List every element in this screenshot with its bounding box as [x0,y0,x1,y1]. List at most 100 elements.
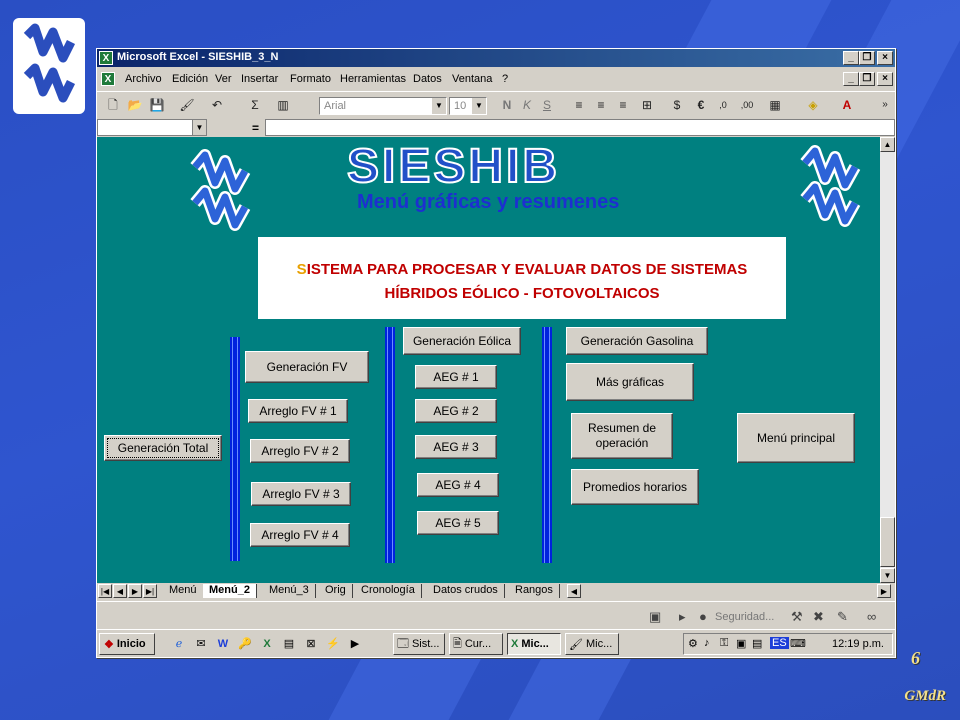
menu-formato[interactable]: Formato [290,73,331,85]
language-indicator[interactable]: ES [770,637,789,649]
fill-color-icon[interactable]: ◈ [803,96,823,114]
aeg3-button[interactable]: AEG # 3 [415,435,497,459]
decrease-decimal-icon[interactable]: ,00 [737,96,757,114]
menu-herramientas[interactable]: Herramientas [340,73,406,85]
resumen-operacion-button[interactable]: Resumen de operación [571,413,673,459]
tray-icon[interactable]: ▤ [752,637,762,650]
borders-icon[interactable]: ▦ [765,96,785,114]
arreglo-fv4-button[interactable]: Arreglo FV # 4 [250,523,350,547]
tray-icon[interactable]: ⚿ [720,637,728,650]
aeg4-button[interactable]: AEG # 4 [417,473,499,497]
format-painter-icon[interactable]: 🖌 [177,96,197,114]
font-color-icon[interactable]: A [837,96,857,114]
wrench-icon[interactable]: ✖ [813,609,824,625]
generacion-eolica-button[interactable]: Generación Eólica [403,327,521,355]
restore-button[interactable]: ❐ [859,51,875,65]
tray-icon[interactable]: ⚙ [688,637,698,650]
arrow-right-icon[interactable]: ▸ [679,609,686,625]
tray-icon[interactable]: ♪ [704,637,710,649]
folder-icon[interactable]: ▣ [649,609,661,625]
task-sist[interactable]: 🗔 Sist... [393,633,445,655]
new-icon[interactable]: 🗋 [103,96,123,114]
dot-icon[interactable]: ● [699,609,707,624]
start-button[interactable]: ❖ Inicio [99,633,155,655]
tab-rangos[interactable]: Rangos [509,584,560,598]
doc-minimize-button[interactable]: _ [843,72,859,86]
prev-sheet-icon[interactable]: ◀ [113,584,127,598]
document-icon[interactable]: X [101,72,115,86]
tray-icon[interactable]: ▣ [736,637,746,650]
tab-menu-3[interactable]: Menú_3 [263,584,316,598]
scroll-down-icon[interactable]: ▼ [880,568,895,583]
minimize-button[interactable]: _ [843,51,859,65]
last-sheet-icon[interactable]: ▶| [143,584,157,598]
aeg5-button[interactable]: AEG # 5 [417,511,499,535]
toolbar-options-icon[interactable]: » [875,96,895,114]
tools-icon[interactable]: ⚒ [791,609,803,625]
undo-icon[interactable]: ↶ [207,96,227,114]
ie-icon[interactable]: ℯ [171,636,187,652]
chart-icon[interactable]: ▥ [273,96,293,114]
font-size-combo[interactable]: 10 ▼ [449,97,487,115]
mas-graficas-button[interactable]: Más gráficas [566,363,694,401]
align-center-icon[interactable]: ≡ [591,96,611,114]
euro-icon[interactable]: € [691,96,711,114]
tab-menu[interactable]: Menú [163,584,204,598]
generacion-fv-button[interactable]: Generación FV [245,351,369,383]
task-cur[interactable]: 🗎 Cur... [449,633,503,655]
first-sheet-icon[interactable]: |◀ [98,584,112,598]
menu-ventana[interactable]: Ventana [452,73,492,85]
doc-restore-button[interactable]: ❐ [859,72,875,86]
powerpoint-icon[interactable]: ▤ [281,636,297,652]
menu-ver[interactable]: Ver [215,73,232,85]
keyboard-icon[interactable]: ⌨ [790,637,806,650]
arreglo-fv2-button[interactable]: Arreglo FV # 2 [250,439,350,463]
underline-icon[interactable]: S [537,96,557,114]
align-left-icon[interactable]: ≡ [569,96,589,114]
access-icon[interactable]: 🔑 [237,636,253,652]
doc-close-button[interactable]: × [877,72,893,86]
task-mic[interactable]: 🖌 Mic... [565,633,619,655]
outlook-icon[interactable]: ✉ [193,636,209,652]
scrollbar-thumb[interactable] [880,517,895,567]
excel-quick-icon[interactable]: X [259,636,275,652]
word-icon[interactable]: W [215,636,231,652]
open-icon[interactable]: 📂 [125,96,145,114]
menu-datos[interactable]: Datos [413,73,442,85]
promedios-horarios-button[interactable]: Promedios horarios [571,469,699,505]
scroll-left-icon[interactable]: ◀ [567,584,581,598]
aeg2-button[interactable]: AEG # 2 [415,399,497,423]
scroll-right-icon[interactable]: ▶ [877,584,891,598]
next-sheet-icon[interactable]: ▶ [128,584,142,598]
task-excel[interactable]: X Mic... [507,633,561,655]
increase-decimal-icon[interactable]: ,0 [713,96,733,114]
italic-icon[interactable]: K [517,96,537,114]
font-combo[interactable]: Arial ▼ [319,97,447,115]
menu-archivo[interactable]: Archivo [125,73,162,85]
merge-icon[interactable]: ⊞ [637,96,657,114]
arreglo-fv3-button[interactable]: Arreglo FV # 3 [251,482,351,506]
menu-edicion[interactable]: Edición [172,73,208,85]
currency-icon[interactable]: $ [667,96,687,114]
aeg1-button[interactable]: AEG # 1 [415,365,497,389]
media-icon[interactable]: ▶ [347,636,363,652]
network-icon[interactable]: ⊠ [303,636,319,652]
menu-principal-button[interactable]: Menú principal [737,413,855,463]
tab-datos-crudos[interactable]: Datos crudos [427,584,505,598]
tab-orig[interactable]: Orig [319,584,353,598]
tab-cronologia[interactable]: Cronología [355,584,422,598]
lightning-icon[interactable]: ⚡ [325,636,341,652]
vertical-scrollbar[interactable]: ▲ ▼ [880,137,895,583]
arreglo-fv1-button[interactable]: Arreglo FV # 1 [248,399,348,423]
menu-ayuda[interactable]: ? [502,73,508,85]
tab-menu-2[interactable]: Menú_2 [203,584,257,598]
bold-icon[interactable]: N [497,96,517,114]
scroll-up-icon[interactable]: ▲ [880,137,895,152]
generacion-total-button[interactable]: Generación Total [104,435,222,461]
link-icon[interactable]: ∞ [867,609,876,624]
align-right-icon[interactable]: ≡ [613,96,633,114]
autosum-icon[interactable]: Σ [245,96,265,114]
chart-edit-icon[interactable]: ✎ [837,609,848,625]
menu-insertar[interactable]: Insertar [241,73,278,85]
formula-input[interactable] [265,119,895,136]
